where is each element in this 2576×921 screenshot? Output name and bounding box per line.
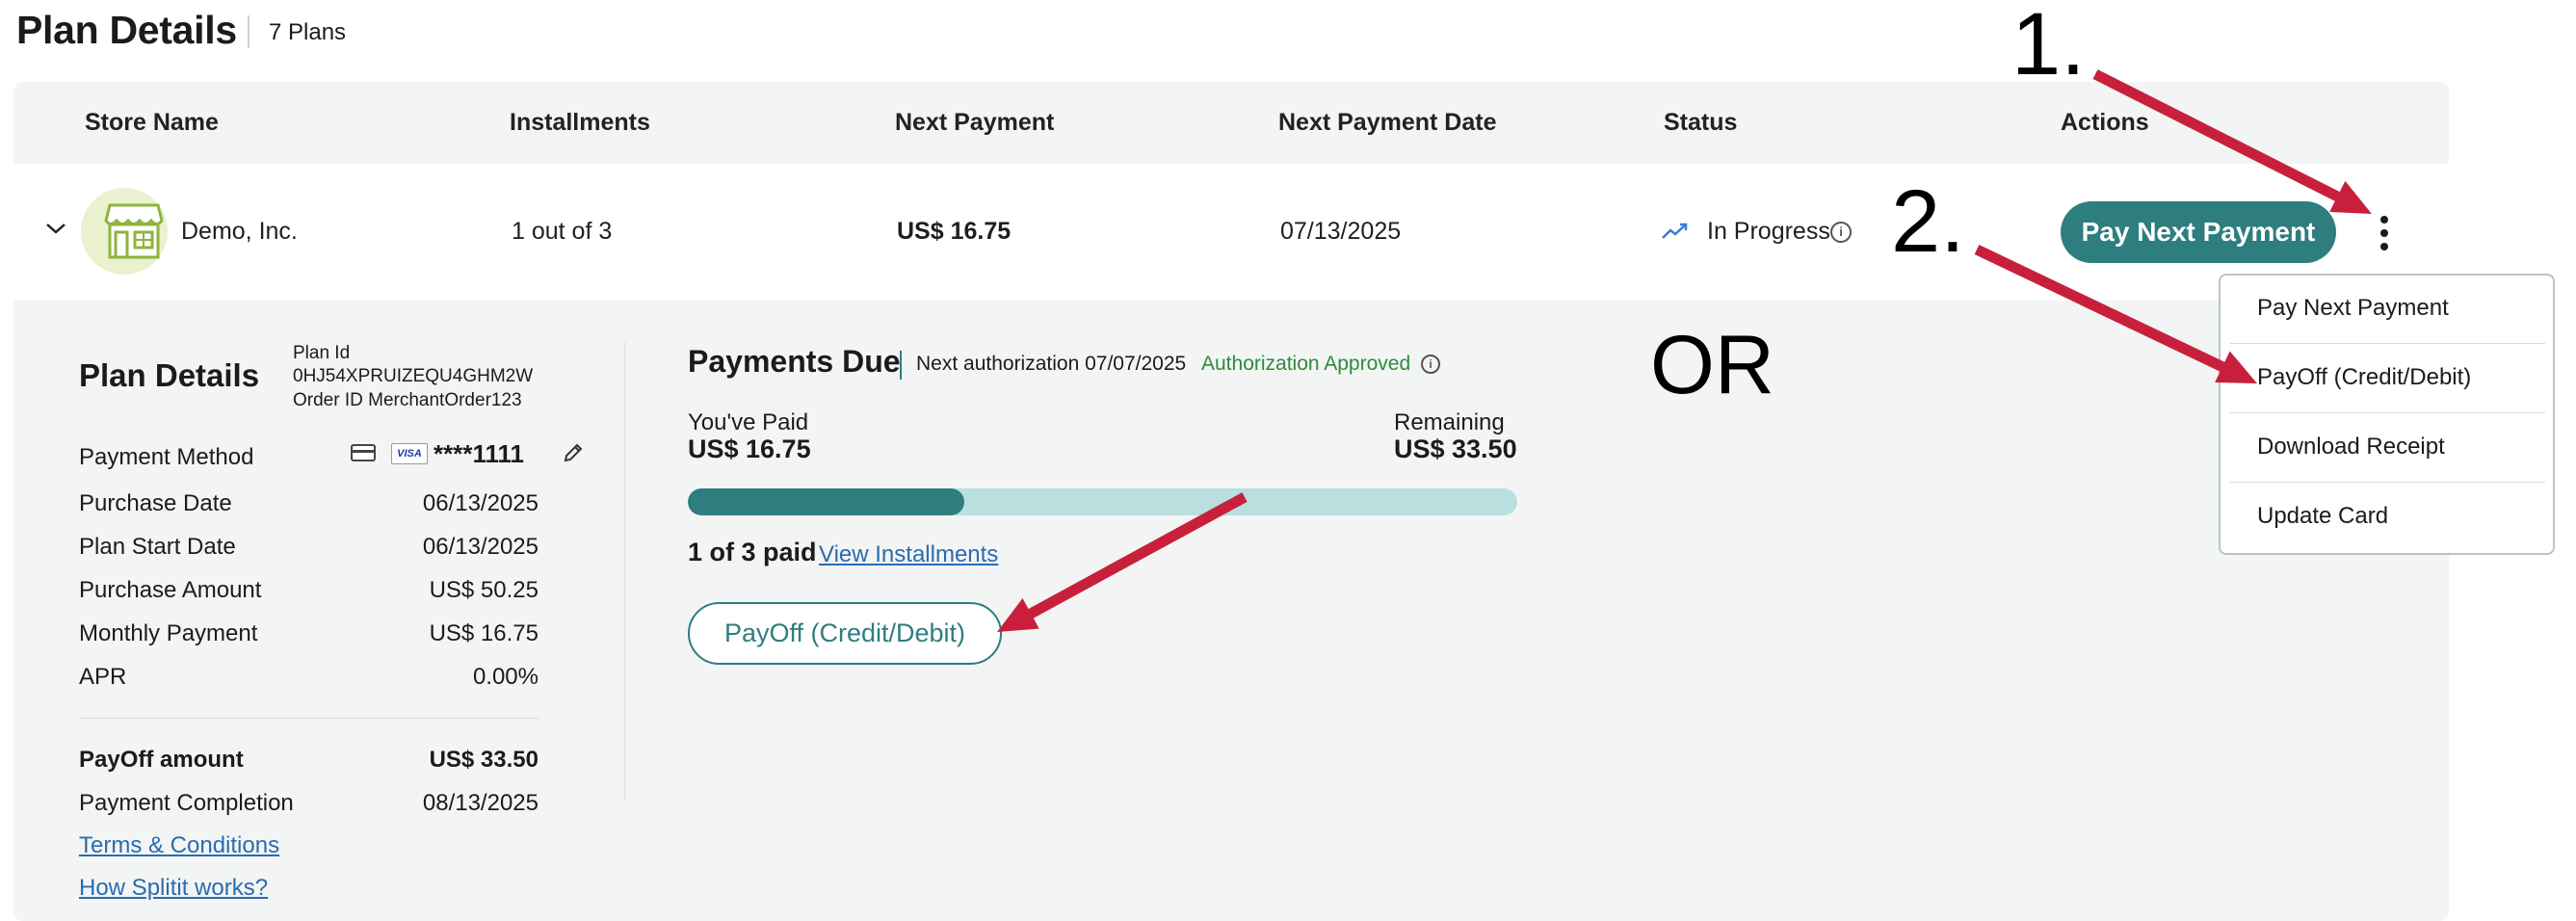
installments-value: 1 out of 3 bbox=[512, 218, 613, 245]
monthly-payment-label: Monthly Payment bbox=[79, 620, 258, 646]
payments-due-divider bbox=[900, 351, 902, 380]
payoff-button[interactable]: PayOff (Credit/Debit) bbox=[688, 602, 1002, 665]
menu-divider bbox=[2230, 343, 2545, 344]
next-payment-date-value: 07/13/2025 bbox=[1280, 218, 1402, 245]
purchase-amount-value: US$ 50.25 bbox=[429, 577, 539, 603]
annotation-step-1: 1. bbox=[2011, 0, 2086, 93]
column-header-store-name: Store Name bbox=[85, 109, 219, 136]
view-installments-link[interactable]: View Installments bbox=[819, 541, 998, 568]
paid-value: US$ 16.75 bbox=[688, 434, 811, 463]
remaining-value: US$ 33.50 bbox=[1394, 434, 1517, 463]
how-splitit-works-link[interactable]: How Splitit works? bbox=[79, 875, 268, 902]
order-id: Order ID MerchantOrder123 bbox=[293, 390, 522, 410]
monthly-payment-value: US$ 16.75 bbox=[429, 620, 539, 646]
column-divider bbox=[624, 342, 625, 800]
page-title: Plan Details bbox=[16, 8, 237, 52]
column-header-next-payment-date: Next Payment Date bbox=[1278, 109, 1497, 136]
menu-item-download-receipt[interactable]: Download Receipt bbox=[2257, 434, 2445, 460]
trend-up-icon bbox=[1662, 223, 1688, 239]
column-header-installments: Installments bbox=[510, 109, 650, 136]
remaining-label: Remaining bbox=[1394, 409, 1505, 435]
purchase-amount-label: Purchase Amount bbox=[79, 577, 262, 603]
paid-label: You've Paid bbox=[688, 409, 809, 435]
payoff-amount-value: US$ 33.50 bbox=[429, 747, 539, 773]
next-payment-value: US$ 16.75 bbox=[897, 218, 1012, 245]
store-avatar bbox=[81, 188, 168, 275]
payment-method-label: Payment Method bbox=[79, 444, 254, 470]
payment-progress-fill bbox=[688, 488, 964, 515]
actions-dropdown-menu: Pay Next Payment PayOff (Credit/Debit) D… bbox=[2219, 274, 2555, 555]
menu-item-payoff[interactable]: PayOff (Credit/Debit) bbox=[2257, 364, 2471, 391]
menu-divider bbox=[2230, 482, 2545, 483]
apr-label: APR bbox=[79, 664, 127, 690]
store-name: Demo, Inc. bbox=[181, 218, 298, 245]
card-number: ****1111 bbox=[434, 439, 525, 468]
menu-divider bbox=[2230, 412, 2545, 413]
annotation-or: OR bbox=[1650, 319, 1774, 411]
credit-card-icon bbox=[351, 444, 376, 461]
authorization-status: Authorization Approved bbox=[1201, 353, 1411, 375]
plan-id-label: Plan Id bbox=[293, 343, 351, 363]
annotation-step-2: 2. bbox=[1891, 172, 1965, 271]
details-divider bbox=[79, 718, 539, 719]
apr-value: 0.00% bbox=[472, 664, 539, 690]
plan-details-title: Plan Details bbox=[79, 357, 260, 393]
menu-item-update-card[interactable]: Update Card bbox=[2257, 503, 2388, 530]
pay-next-payment-button[interactable]: Pay Next Payment bbox=[2061, 201, 2336, 263]
menu-item-pay-next-payment[interactable]: Pay Next Payment bbox=[2257, 295, 2449, 322]
store-icon bbox=[104, 203, 164, 259]
visa-icon: VISA bbox=[391, 443, 428, 464]
purchase-date-value: 06/13/2025 bbox=[422, 490, 539, 516]
status-badge: In Progress bbox=[1707, 218, 1830, 245]
plan-start-date-label: Plan Start Date bbox=[79, 534, 236, 560]
edit-pencil-icon[interactable] bbox=[562, 441, 585, 464]
plan-start-date-value: 06/13/2025 bbox=[422, 534, 539, 560]
next-authorization: Next authorization 07/07/2025 bbox=[916, 353, 1187, 375]
info-icon[interactable]: i bbox=[1830, 222, 1852, 243]
payment-completion-value: 08/13/2025 bbox=[422, 790, 539, 816]
title-divider bbox=[248, 15, 250, 48]
column-header-status: Status bbox=[1664, 109, 1738, 136]
payment-progress-bar bbox=[688, 488, 1517, 515]
purchase-date-label: Purchase Date bbox=[79, 490, 232, 516]
plan-count: 7 Plans bbox=[269, 19, 347, 45]
paid-count: 1 of 3 paid bbox=[688, 538, 817, 566]
payments-due-title: Payments Due bbox=[688, 344, 901, 379]
terms-conditions-link[interactable]: Terms & Conditions bbox=[79, 832, 279, 859]
column-header-actions: Actions bbox=[2061, 109, 2149, 136]
chevron-down-icon[interactable] bbox=[43, 221, 68, 236]
plan-id-value: 0HJ54XPRUIZEQU4GHM2W bbox=[293, 366, 534, 386]
kebab-menu-icon[interactable] bbox=[2378, 216, 2391, 250]
payoff-amount-label: PayOff amount bbox=[79, 747, 244, 773]
column-header-next-payment: Next Payment bbox=[895, 109, 1055, 136]
info-icon[interactable]: i bbox=[1421, 355, 1440, 374]
